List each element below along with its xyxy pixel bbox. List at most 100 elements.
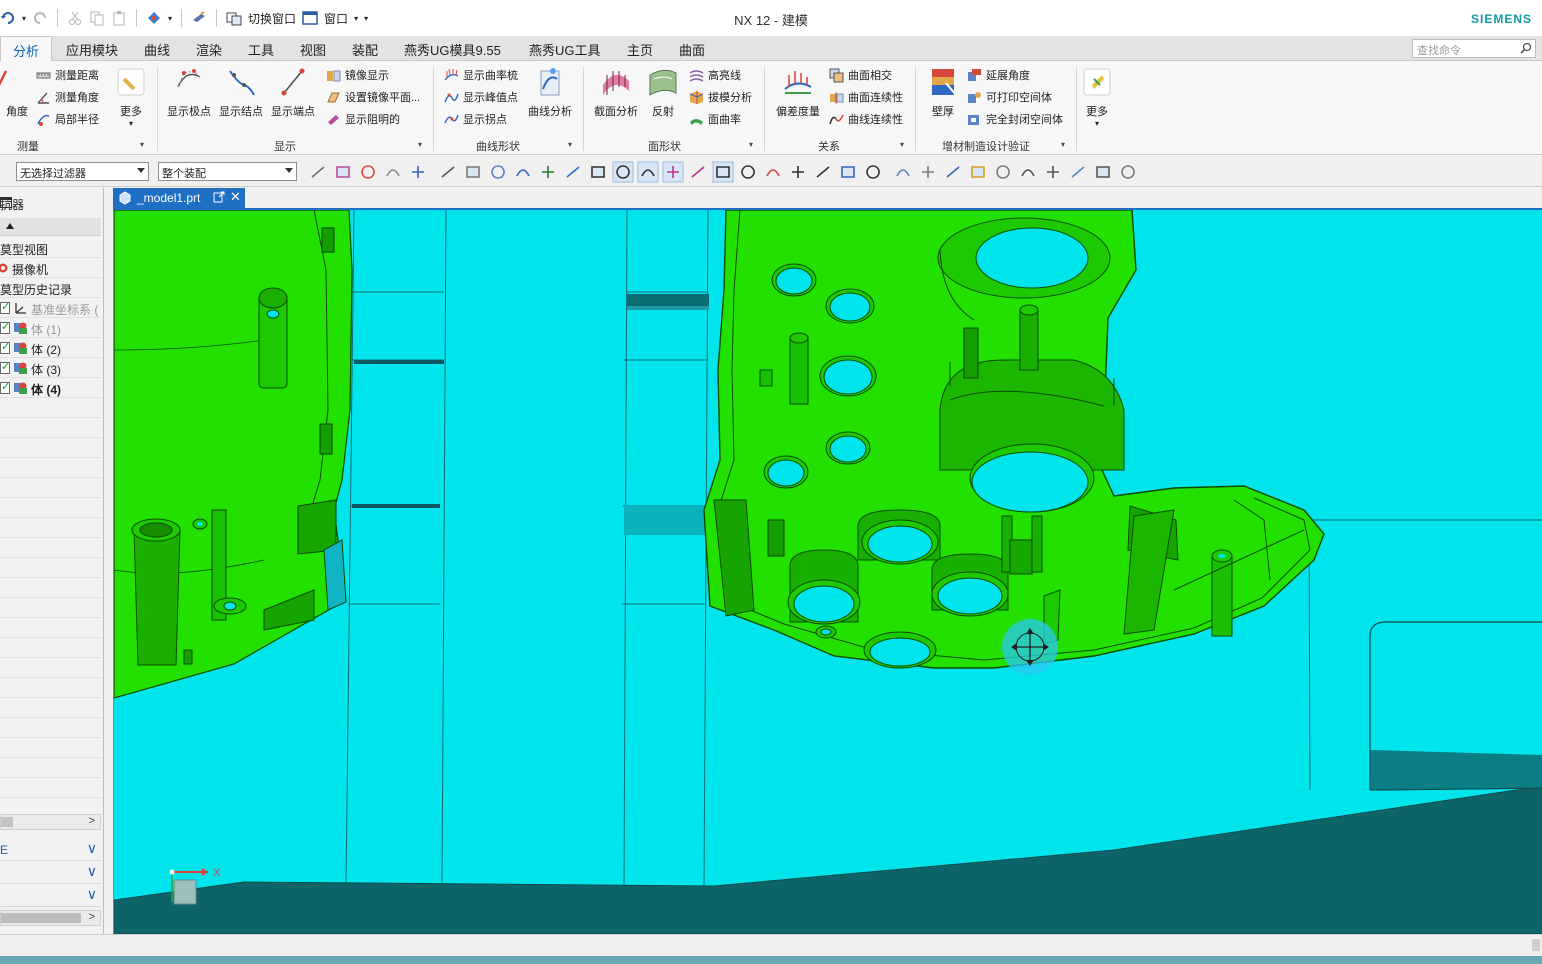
render-style-icon[interactable]	[1047, 166, 1059, 178]
draft-analysis-button[interactable]: 拔模分析	[689, 88, 752, 106]
visibility-checkbox[interactable]	[0, 320, 10, 334]
select-grid-icon[interactable]	[866, 165, 880, 179]
chevron-down-icon[interactable]: ∨	[87, 886, 97, 903]
measure-group-dropdown-icon[interactable]: ▾	[140, 140, 144, 149]
view-zoom-icon[interactable]	[922, 166, 934, 178]
tab-analysis[interactable]: 分析	[0, 36, 53, 62]
rotate-icon[interactable]	[946, 166, 960, 178]
tab-assemblies[interactable]: 装配	[352, 40, 378, 59]
navigator-tree-row[interactable]: 摄像机	[0, 258, 101, 278]
face-curvature-button[interactable]: 面曲率	[689, 110, 741, 128]
panel-horizontal-scrollbar[interactable]: >	[0, 910, 101, 926]
select-edge-icon[interactable]	[591, 166, 605, 178]
close-tab-icon[interactable]: ✕	[230, 189, 241, 205]
select-center-icon[interactable]	[712, 161, 734, 183]
navigator-tree-row[interactable]: 基准坐标系 (	[0, 298, 101, 318]
tab-render[interactable]: 渲染	[196, 40, 222, 59]
undock-icon[interactable]	[213, 191, 225, 203]
tab-view[interactable]: 视图	[300, 40, 326, 59]
scrollbar-thumb[interactable]	[1, 913, 81, 923]
navigator-tree-row[interactable]: 体 (1)	[0, 318, 101, 338]
navigator-tree-row[interactable]: 莫型视图	[0, 238, 101, 258]
highlight-hidden-icon[interactable]	[412, 166, 424, 178]
select-vertex-icon[interactable]	[637, 161, 659, 183]
curve-continuity-button[interactable]: 曲线连续性	[829, 110, 903, 128]
show-inflections-button[interactable]: 显示拐点	[444, 110, 507, 128]
show-endpoints-button[interactable]: 显示端点	[266, 65, 320, 119]
measure-more-button[interactable]: 更多 ▾	[104, 65, 158, 128]
overhang-angle-button[interactable]: 延展角度	[967, 66, 1030, 84]
ribbon-more-button[interactable]: 更多 ▾	[1070, 65, 1124, 128]
select-midpoint-icon[interactable]	[691, 166, 705, 178]
select-spline-icon[interactable]	[662, 161, 684, 183]
tab-yanxiu-tools[interactable]: 燕秀UG工具	[529, 40, 601, 59]
display-mode-icon[interactable]	[1071, 166, 1085, 178]
general-selection-icon[interactable]	[311, 166, 325, 178]
navigator-tree-row[interactable]: 体 (4)	[0, 378, 101, 398]
filter-icon[interactable]	[386, 169, 400, 177]
relation-group-dropdown-icon[interactable]: ▾	[900, 140, 904, 149]
show-poles-button[interactable]: 显示极点	[162, 65, 216, 119]
select-solid-icon[interactable]	[491, 165, 505, 179]
tab-curve[interactable]: 曲线	[144, 40, 170, 59]
curve-shape-group-dropdown-icon[interactable]: ▾	[568, 140, 572, 149]
measure-distance-button[interactable]: 测量距离	[36, 66, 99, 84]
select-pole-icon[interactable]	[841, 166, 855, 178]
navigator-horizontal-scrollbar[interactable]: >	[0, 814, 101, 830]
select-box-icon[interactable]	[466, 166, 480, 178]
resize-grip-icon[interactable]	[1532, 939, 1540, 951]
face-shape-group-dropdown-icon[interactable]: ▾	[749, 140, 753, 149]
show-knots-button[interactable]: 显示结点	[214, 65, 268, 119]
scrollbar-thumb[interactable]	[1, 817, 13, 827]
show-curvature-comb-button[interactable]: 显示曲率梳	[444, 66, 518, 84]
select-feature-icon[interactable]	[361, 165, 375, 179]
deviation-gauge-button[interactable]: 偏差度量	[771, 65, 825, 119]
graphics-viewport[interactable]: X	[113, 210, 1542, 934]
camera-view-icon[interactable]	[1096, 166, 1110, 178]
show-blocked-button[interactable]: 显示阻明的	[326, 110, 400, 128]
chevron-down-icon[interactable]: ∨	[87, 840, 97, 857]
navigator-tree-row[interactable]: 体 (2)	[0, 338, 101, 358]
curve-analysis-button[interactable]: 曲线分析	[523, 65, 577, 119]
section-view-icon[interactable]	[1021, 169, 1035, 177]
visibility-checkbox[interactable]	[0, 360, 10, 374]
select-body-icon[interactable]	[516, 169, 530, 177]
scroll-right-icon[interactable]: >	[89, 815, 95, 827]
printable-volume-button[interactable]: 可打印空间体	[967, 88, 1052, 106]
tab-applications[interactable]: 应用模块	[66, 40, 118, 59]
more-tools-icon[interactable]	[1121, 165, 1135, 179]
search-icon[interactable]	[1520, 42, 1532, 54]
visibility-checkbox[interactable]	[0, 380, 10, 394]
mirror-display-button[interactable]: 镜像显示	[326, 66, 389, 84]
view-fit-icon[interactable]	[896, 169, 910, 177]
set-mirror-plane-button[interactable]: 设置镜像平面...	[326, 88, 420, 106]
command-search-input[interactable]: 查找命令	[1412, 39, 1536, 58]
scroll-right-icon[interactable]: >	[89, 911, 95, 923]
surface-continuity-button[interactable]: 曲面连续性	[829, 88, 903, 106]
navigator-tree-row[interactable]: 莫型历史记录	[0, 278, 101, 298]
select-on-curve-icon[interactable]	[792, 166, 804, 178]
snap-settings-icon[interactable]	[336, 166, 350, 178]
local-radius-button[interactable]: 局部半径	[36, 110, 99, 128]
maximize-icon[interactable]	[0, 197, 12, 208]
dependencies-panel-header[interactable]: ∨	[0, 885, 101, 907]
navigator-tree-row[interactable]: 体 (3)	[0, 358, 101, 378]
select-curve-icon[interactable]	[566, 166, 580, 178]
surface-intersection-button[interactable]: 曲面相交	[829, 66, 892, 84]
pan-icon[interactable]	[971, 166, 985, 178]
select-intersection-icon[interactable]	[766, 169, 780, 177]
navigator-column-header[interactable]	[0, 218, 101, 236]
visibility-checkbox[interactable]	[0, 340, 10, 354]
details-panel-header[interactable]: E ∨	[0, 839, 101, 861]
tab-yanxiu-mold[interactable]: 燕秀UG模具9.55	[404, 40, 501, 59]
show-peak-points-button[interactable]: 显示峰值点	[444, 88, 518, 106]
additive-group-dropdown-icon[interactable]: ▾	[1061, 140, 1065, 149]
measure-angle-large-button[interactable]: 角度	[0, 65, 30, 119]
select-tangent-icon[interactable]	[612, 161, 634, 183]
measure-angle-button[interactable]: 测量角度	[36, 88, 99, 106]
select-rectangle-icon[interactable]	[441, 166, 455, 178]
wall-thickness-button[interactable]: 壁厚	[916, 65, 970, 119]
display-group-dropdown-icon[interactable]: ▾	[418, 140, 422, 149]
select-existing-icon[interactable]	[816, 166, 830, 178]
enclosed-volume-button[interactable]: 完全封闭空间体	[967, 110, 1063, 128]
